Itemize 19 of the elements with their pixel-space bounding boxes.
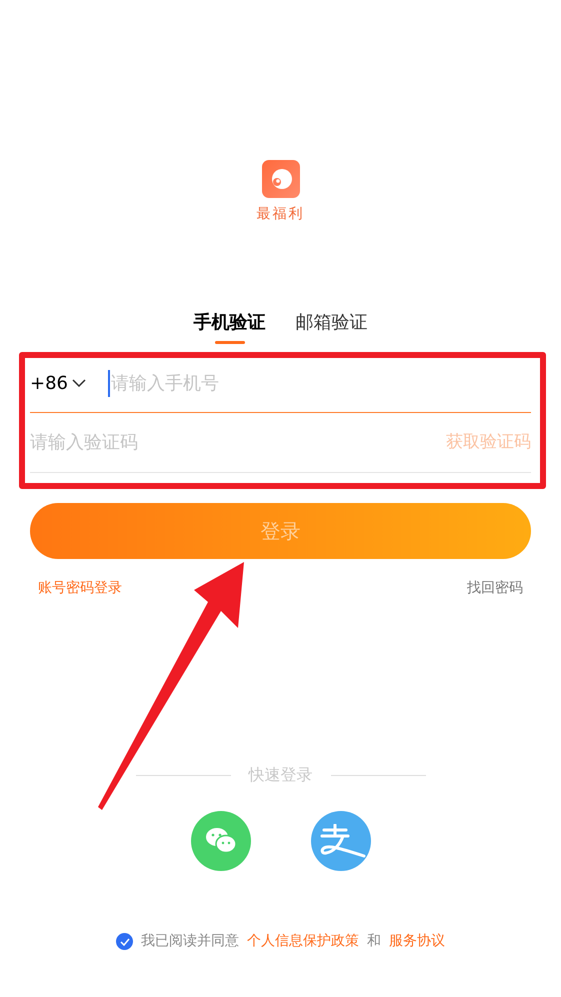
phone-input-field[interactable]: 请输入手机号 [108,370,531,396]
login-button[interactable]: 登录 [30,503,531,559]
chevron-down-icon [72,379,86,387]
app-logo-icon [262,160,300,198]
get-code-button[interactable]: 获取验证码 [446,430,531,456]
country-code-select[interactable]: +86 [30,370,86,396]
tab[interactable]: 手机验证 [194,309,266,344]
code-input-field[interactable]: 请输入验证码 [30,429,446,456]
tab[interactable]: 邮箱验证 [296,309,368,344]
account-login-link[interactable]: 账号密码登录 [38,578,122,599]
recover-password-link[interactable]: 找回密码 [467,578,523,599]
and-text: 和 [367,932,381,951]
chat-bubbles-icon [204,827,236,855]
app-name: 最福利 [256,205,304,224]
checkmark-icon [120,938,130,946]
agreement-checkbox[interactable] [116,933,133,950]
agreement-text: 我已阅读并同意 [141,932,239,951]
terms-link[interactable]: 服务协议 [389,931,445,952]
privacy-policy-link[interactable]: 个人信息保护政策 [247,931,359,952]
